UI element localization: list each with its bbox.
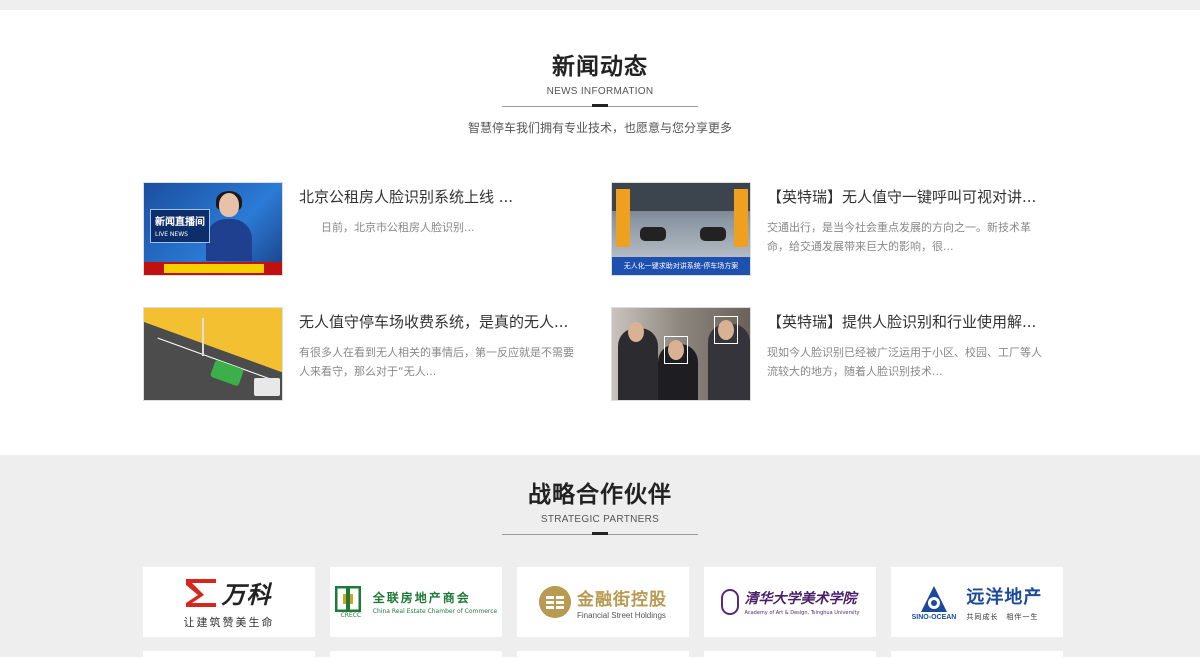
news-title[interactable]: 【英特瑞】提供人脸识别和行业使用解... [767,311,1051,333]
partners-section-subtitle: STRATEGIC PARTNERS [540,514,660,525]
partners-section-header: 战略合作伙伴 STRATEGIC PARTNERS [0,455,1200,538]
partner-slogan: 让建筑赞美生命 [183,615,275,629]
top-divider-strip [0,0,1200,10]
news-title[interactable]: 【英特瑞】无人值守一键呼叫可视对讲... [767,186,1051,208]
news-thumbnail-parking-lot-illustration[interactable] [143,307,283,401]
news-thumbnail-tv-anchor[interactable]: 新闻直播间 LIVE NEWS [143,182,283,276]
partner-logo-row-2 [143,651,1063,659]
news-section-header: 新闻动态 NEWS INFORMATION 智慧停车我们拥有专业技术，也愿意与您… [0,10,1200,136]
partners-section: 战略合作伙伴 STRATEGIC PARTNERS 万科 让建筑赞美生命 CRE… [0,455,1200,659]
news-title[interactable]: 北京公租房人脸识别系统上线 ... [299,186,583,208]
partner-logo-card[interactable] [704,651,876,659]
news-thumbnail-parking-garage[interactable]: 无人化一键求助对讲系统-停车场方案 [611,182,751,276]
partner-logo-crecc[interactable]: CRECC 全联房地产商会 China Real Estate Chamber … [330,567,502,637]
news-text: 【英特瑞】无人值守一键呼叫可视对讲... 交通出行，是当今社会重点发展的方向之一… [767,182,1051,276]
partner-name: 远洋地产 [966,586,1043,608]
vanke-mark-icon [185,579,216,607]
news-summary: 日前，北京市公租房人脸识别... [299,221,475,234]
partner-logo-financial-street[interactable]: 金融街控股 Financial Street Holdings [517,567,689,637]
news-summary: 有很多人在看到无人相关的事情后，第一反应就是不需要人来看守，那么对于“无人... [299,346,574,378]
anchor-figure [206,191,252,261]
news-text: 无人值守停车场收费系统，是真的无人... 有很多人在看到无人相关的事情后，第一反… [299,307,583,401]
news-section-title: 新闻动态 [552,54,648,80]
news-thumbnail-face-recognition[interactable] [611,307,751,401]
partner-logo-card[interactable] [891,651,1063,659]
news-item[interactable]: 【英特瑞】提供人脸识别和行业使用解... 现如今人脸识别已经被广泛运用于小区、校… [611,307,1051,401]
partner-logo-tsinghua-art[interactable]: 清华大学美术学院 Academy of Art & Design, Tsingh… [704,567,876,637]
news-text: 北京公租房人脸识别系统上线 ... 日前，北京市公租房人脸识别... [299,182,583,276]
partner-english-name: Academy of Art & Design, Tsinghua Univer… [744,610,860,616]
partners-section-divider [502,530,698,538]
sino-ocean-mark-icon [920,585,947,612]
partner-logo-card[interactable] [143,651,315,659]
partner-slogan: 共同成长 相伴一生 [966,612,1039,621]
news-item[interactable]: 无人化一键求助对讲系统-停车场方案 【英特瑞】无人值守一键呼叫可视对讲... 交… [611,182,1051,276]
partner-name: 清华大学美术学院 [744,591,857,607]
tv-logo: 新闻直播间 LIVE NEWS [150,209,210,243]
news-title[interactable]: 无人值守停车场收费系统，是真的无人... [299,311,583,333]
news-section: 新闻动态 NEWS INFORMATION 智慧停车我们拥有专业技术，也愿意与您… [0,10,1200,455]
partner-logo-card[interactable] [517,651,689,659]
partner-name: 全联房地产商会 [372,591,471,605]
partner-english-name: SINO-OCEAN [911,613,957,621]
crecc-mark-icon [334,585,361,612]
partner-name: 金融街控股 [577,589,667,610]
partner-english-name: Financial Street Holdings [577,610,666,620]
thumbnail-banner: 无人化一键求助对讲系统-停车场方案 [612,257,750,275]
news-summary: 交通出行，是当今社会重点发展的方向之一。新技术革命，给交通发展带来巨大的影响，很… [767,221,1031,253]
partners-section-title: 战略合作伙伴 [528,482,672,508]
financial-street-mark-icon [539,586,571,618]
partner-logo-row: 万科 让建筑赞美生命 CRECC 全联房地产商会 China Real Esta [143,567,1063,637]
news-section-description: 智慧停车我们拥有专业技术，也愿意与您分享更多 [467,121,732,135]
news-item[interactable]: 无人值守停车场收费系统，是真的无人... 有很多人在看到无人相关的事情后，第一反… [143,307,583,401]
partner-english-name: China Real Estate Chamber of Commerce [372,608,498,615]
news-section-subtitle: NEWS INFORMATION [546,86,654,97]
news-text: 【英特瑞】提供人脸识别和行业使用解... 现如今人脸识别已经被广泛运用于小区、校… [767,307,1051,401]
partner-logo-sino-ocean[interactable]: SINO-OCEAN 远洋地产 共同成长 相伴一生 [891,567,1063,637]
partner-logo-card[interactable] [330,651,502,659]
partner-name: 万科 [221,580,272,609]
news-summary: 现如今人脸识别已经被广泛运用于小区、校园、工厂等人流较大的地方，随着人脸识别技术… [767,346,1042,378]
tsinghua-seal-icon [720,589,739,615]
partner-logo-vanke[interactable]: 万科 让建筑赞美生命 [143,567,315,637]
news-item[interactable]: 新闻直播间 LIVE NEWS 北京公租房人脸识别系统上线 ... 日前，北京市… [143,182,583,276]
news-section-divider [502,102,698,110]
partner-abbr: CRECC [340,611,362,619]
